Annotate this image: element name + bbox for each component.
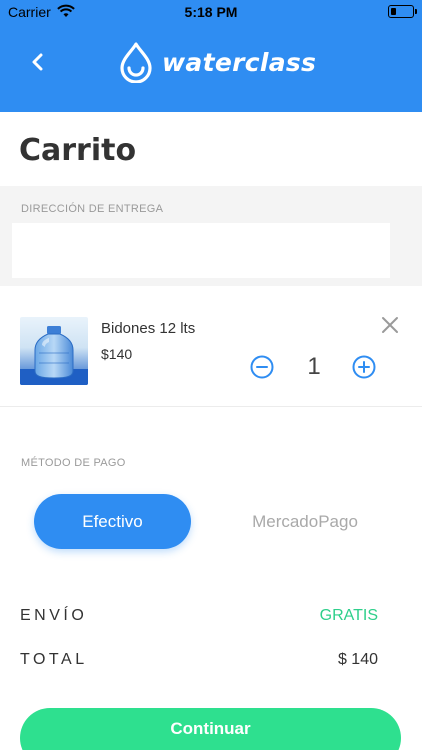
shipping-value: GRATIS	[319, 607, 378, 624]
page-title: Carrito	[19, 133, 137, 168]
battery-icon	[388, 5, 417, 18]
status-bar: Carrier 5:18 PM	[0, 0, 422, 24]
cart-item: Bidones 12 lts $140 1	[0, 287, 422, 407]
payment-method-label: MÉTODO DE PAGO	[21, 457, 126, 469]
plus-circle-icon	[352, 355, 376, 379]
minus-circle-icon	[250, 355, 274, 379]
total-label: TOTAL	[20, 651, 88, 668]
delivery-address-label: DIRECCIÓN DE ENTREGA	[21, 203, 164, 215]
brand-name: waterclass	[162, 47, 317, 77]
delivery-address-section: DIRECCIÓN DE ENTREGA	[0, 186, 422, 286]
quantity-value: 1	[307, 353, 321, 380]
payment-option-mercadopago[interactable]: MercadoPago	[230, 494, 380, 549]
brand: waterclass	[118, 40, 316, 84]
total-value: $ 140	[337, 651, 378, 668]
remove-item-button[interactable]	[380, 315, 400, 335]
shipping-label: ENVÍO	[20, 607, 88, 624]
app-header: Carrier 5:18 PM waterclass	[0, 0, 422, 112]
water-drop-logo-icon	[120, 42, 152, 83]
back-button[interactable]	[24, 48, 52, 76]
continue-button[interactable]: Continuar	[20, 708, 401, 750]
chevron-left-icon	[32, 53, 43, 71]
payment-option-cash[interactable]: Efectivo	[34, 494, 191, 549]
decrease-quantity-button[interactable]	[250, 355, 274, 379]
close-icon	[382, 317, 398, 333]
product-image	[20, 317, 88, 385]
product-price: $140	[101, 346, 133, 362]
increase-quantity-button[interactable]	[352, 355, 376, 379]
product-name: Bidones 12 lts	[101, 320, 196, 337]
delivery-address-input[interactable]	[12, 223, 390, 278]
shipping-row: ENVÍO GRATIS	[20, 607, 378, 631]
clock: 5:18 PM	[184, 4, 238, 20]
total-row: TOTAL $ 140	[20, 651, 378, 675]
